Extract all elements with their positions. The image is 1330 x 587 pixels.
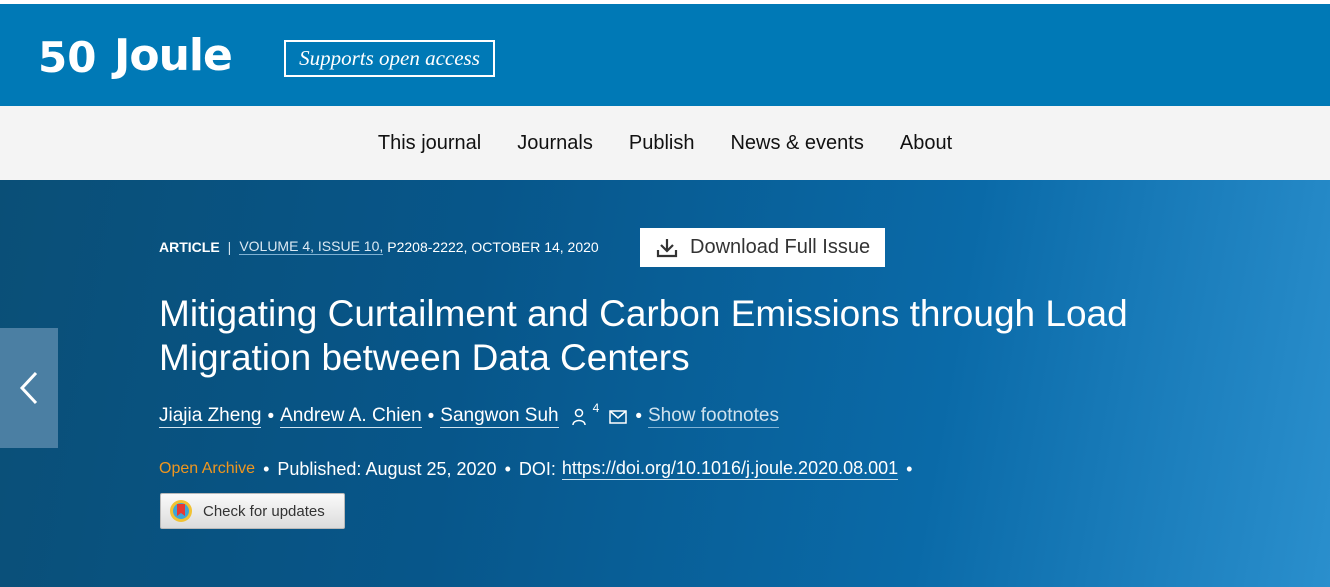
previous-article-button[interactable]: [0, 328, 58, 448]
publication-info: Open Archive • Published: August 25, 202…: [159, 458, 918, 480]
download-label: Download Full Issue: [690, 236, 871, 258]
show-footnotes-link[interactable]: Show footnotes: [647, 405, 779, 428]
download-icon: [656, 238, 678, 257]
logo-wordmark: Joule: [114, 30, 233, 81]
doi-label: DOI:: [518, 458, 556, 479]
bullet: •: [267, 405, 275, 427]
bullet: •: [906, 458, 913, 479]
nav-publish[interactable]: Publish: [629, 132, 695, 155]
chevron-left-icon: [19, 371, 38, 405]
author-link[interactable]: Jiajia Zheng: [159, 405, 262, 428]
check-for-updates-button[interactable]: Check for updates: [160, 493, 345, 529]
person-icon[interactable]: [571, 408, 587, 426]
meta-separator: |: [227, 238, 232, 255]
article-hero: ARTICLE | VOLUME 4, ISSUE 10, P2208-2222…: [0, 180, 1330, 587]
author-link[interactable]: Andrew A. Chien: [280, 405, 422, 428]
bullet: •: [427, 405, 435, 427]
download-full-issue-button[interactable]: Download Full Issue: [640, 228, 885, 267]
article-type: ARTICLE: [159, 238, 220, 255]
pages-date: P2208-2222, OCTOBER 14, 2020: [387, 238, 599, 255]
bullet: •: [635, 405, 642, 427]
author-count[interactable]: 4: [593, 401, 600, 415]
fifty-anniversary-mark: 50: [38, 34, 96, 78]
joule-logo[interactable]: 50 Joule: [38, 30, 233, 81]
bullet: •: [504, 458, 511, 479]
nav-journals[interactable]: Journals: [517, 132, 593, 155]
article-meta: ARTICLE | VOLUME 4, ISSUE 10, P2208-2222…: [159, 238, 599, 255]
author-list: Jiajia Zheng • Andrew A. Chien • Sangwon…: [159, 401, 779, 428]
svg-text:50: 50: [38, 34, 96, 78]
nav-about[interactable]: About: [900, 132, 952, 155]
nav-this-journal[interactable]: This journal: [378, 132, 481, 155]
open-access-badge[interactable]: Supports open access: [284, 40, 495, 77]
volume-issue-link[interactable]: VOLUME 4, ISSUE 10,: [239, 238, 384, 255]
nav-news-events[interactable]: News & events: [730, 132, 863, 155]
open-archive-label[interactable]: Open Archive: [159, 460, 255, 478]
bullet: •: [263, 458, 270, 479]
author-link[interactable]: Sangwon Suh: [440, 405, 559, 428]
mail-icon[interactable]: [609, 409, 628, 424]
main-nav: This journal Journals Publish News & eve…: [0, 106, 1330, 180]
published-date: Published: August 25, 2020: [277, 458, 497, 479]
article-title: Mitigating Curtailment and Carbon Emissi…: [159, 293, 1128, 378]
doi-link[interactable]: https://doi.org/10.1016/j.joule.2020.08.…: [561, 458, 899, 480]
crossmark-icon: [170, 500, 192, 522]
site-header: 50 Joule Supports open access: [0, 4, 1330, 106]
check-updates-label: Check for updates: [203, 502, 325, 520]
